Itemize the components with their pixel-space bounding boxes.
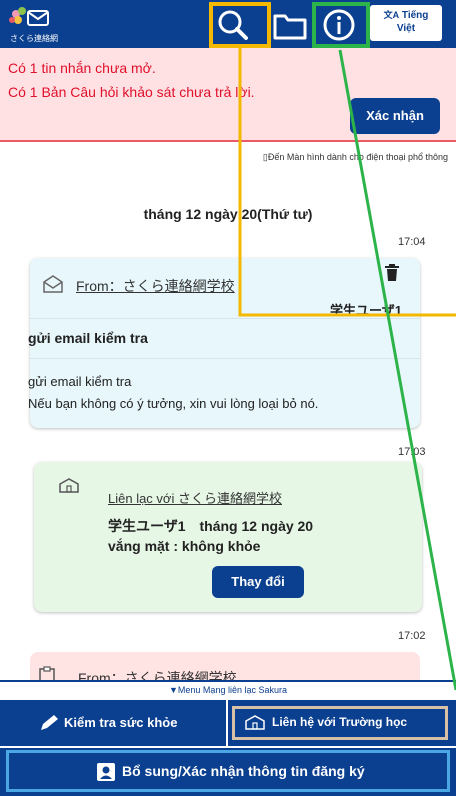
annotation-lines (238, 48, 456, 691)
info-highlight-box (312, 2, 370, 48)
